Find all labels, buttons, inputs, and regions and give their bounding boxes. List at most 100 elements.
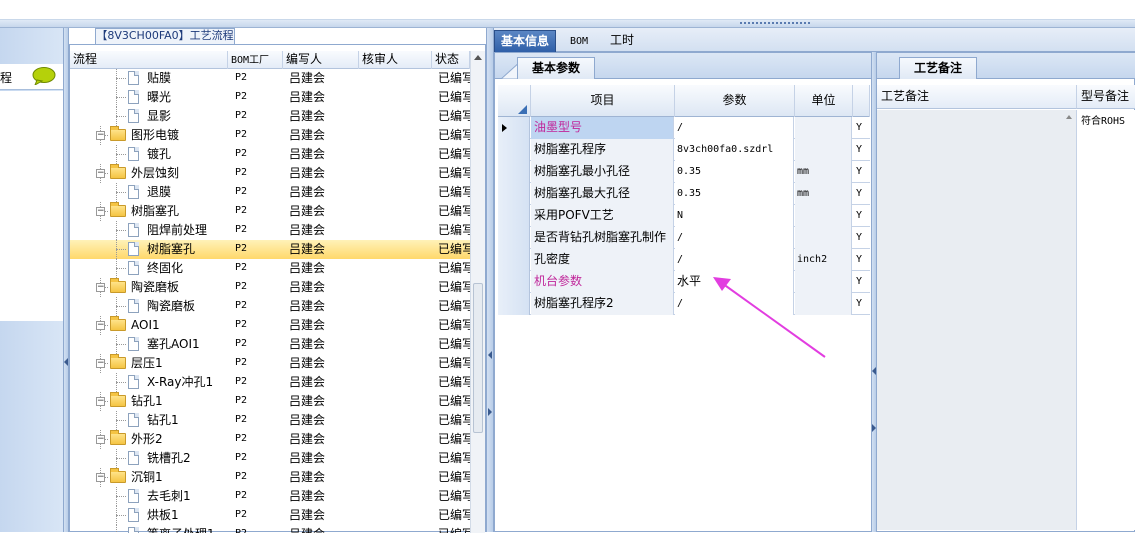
row-indicator[interactable] [498, 205, 530, 227]
horizontal-splitter[interactable] [0, 20, 1135, 28]
tree-row[interactable]: − 陶瓷磨板 P2 吕建会 已编写 [70, 278, 470, 297]
col-header-flow[interactable]: 流程 [70, 51, 228, 69]
collapse-node-icon[interactable]: − [96, 169, 105, 178]
param-item: 采用POFV工艺 [531, 205, 674, 227]
col-header-status[interactable]: 状态 [432, 51, 470, 69]
tree-row[interactable]: 铣槽孔2 P2 吕建会 已编写 [70, 449, 470, 468]
row-indicator[interactable] [498, 139, 530, 161]
param-row[interactable]: 树脂塞孔最小孔径 0.35 mm Y [498, 161, 870, 183]
param-row[interactable]: 是否背钻孔树脂塞孔制作 / Y [498, 227, 870, 249]
row-indicator[interactable] [498, 249, 530, 271]
param-row[interactable]: 油墨型号 / Y [498, 117, 870, 139]
param-value[interactable]: 0.35 [675, 161, 794, 183]
chat-bubble-icon[interactable] [32, 67, 56, 85]
row-indicator[interactable] [498, 227, 530, 249]
col-header-model-remark[interactable]: 型号备注 [1077, 85, 1135, 109]
tree-row[interactable]: 阻焊前处理 P2 吕建会 已编写 [70, 221, 470, 240]
param-value[interactable]: 8v3ch00fa0.szdrl [675, 139, 794, 161]
param-row[interactable]: 采用POFV工艺 N Y [498, 205, 870, 227]
tree-row[interactable]: − AOI1 P2 吕建会 已编写 [70, 316, 470, 335]
row-indicator[interactable] [498, 293, 530, 315]
subtab-basic-params[interactable]: 基本参数 [517, 57, 596, 79]
param-value[interactable]: / [675, 117, 794, 139]
tree-row[interactable]: 钻孔1 P2 吕建会 已编写 [70, 411, 470, 430]
document-icon [128, 185, 139, 199]
subtab-process-remark[interactable]: 工艺备注 [899, 57, 978, 79]
collapse-node-icon[interactable]: − [96, 473, 105, 482]
col-header-param[interactable]: 参数 [675, 85, 795, 117]
process-remark-text[interactable] [877, 110, 1077, 530]
folder-icon [110, 316, 126, 331]
tree-row[interactable]: X-Ray冲孔1 P2 吕建会 已编写 [70, 373, 470, 392]
select-all-icon[interactable] [518, 105, 527, 114]
col-header-process-remark[interactable]: 工艺备注 [877, 85, 1077, 109]
tree-row[interactable]: 显影 P2 吕建会 已编写 [70, 107, 470, 126]
collapse-node-icon[interactable]: − [96, 321, 105, 330]
row-indicator[interactable] [498, 117, 530, 139]
row-indicator[interactable] [498, 183, 530, 205]
param-value[interactable]: / [675, 227, 794, 249]
tree-row[interactable]: − 层压1 P2 吕建会 已编写 [70, 354, 470, 373]
tree-row-author: 吕建会 [289, 71, 326, 85]
param-flag: Y [856, 254, 863, 265]
col-header-item[interactable]: 项目 [531, 85, 675, 117]
col-header-reviewer[interactable]: 核审人 [359, 51, 432, 69]
collapse-node-icon[interactable]: − [96, 397, 105, 406]
collapse-tree-icon[interactable] [488, 351, 492, 359]
collapse-node-icon[interactable]: − [96, 207, 105, 216]
tree-row[interactable]: 塞孔AOI1 P2 吕建会 已编写 [70, 335, 470, 354]
left-panel-label: 程 [0, 71, 13, 85]
middle-splitter[interactable] [486, 28, 494, 532]
tree-row[interactable]: − 图形电镀 P2 吕建会 已编写 [70, 126, 470, 145]
remark-scroll-up-icon[interactable] [1066, 115, 1072, 119]
tree-row[interactable]: 退膜 P2 吕建会 已编写 [70, 183, 470, 202]
collapse-node-icon[interactable]: − [96, 359, 105, 368]
document-icon [128, 261, 139, 275]
tree-row[interactable]: 去毛刺1 P2 吕建会 已编写 [70, 487, 470, 506]
tab-basic-info[interactable]: 基本信息 [494, 30, 557, 52]
param-value[interactable]: N [675, 205, 794, 227]
row-indicator[interactable] [498, 271, 530, 293]
tree-row[interactable]: 烘板1 P2 吕建会 已编写 [70, 506, 470, 525]
param-value[interactable]: 0.35 [675, 183, 794, 205]
tree-row-name: 烘板1 [147, 508, 179, 522]
scroll-up-icon[interactable] [474, 55, 482, 60]
expand-tree-icon[interactable] [488, 408, 492, 416]
param-row[interactable]: 树脂塞孔最大孔径 0.35 mm Y [498, 183, 870, 205]
tree-row[interactable]: 贴膜 P2 吕建会 已编写 [70, 69, 470, 88]
tab-work-hours[interactable]: 工时 [604, 30, 640, 52]
left-panel-header[interactable]: 程 [0, 64, 64, 90]
tree-row[interactable]: 陶瓷磨板 P2 吕建会 已编写 [70, 297, 470, 316]
collapse-node-icon[interactable]: − [96, 435, 105, 444]
tree-row[interactable]: 曝光 P2 吕建会 已编写 [70, 88, 470, 107]
grid-corner[interactable] [498, 85, 531, 117]
model-remark-text[interactable]: 符合ROHS [1078, 110, 1135, 530]
tree-row-bom: P2 [235, 319, 248, 330]
collapse-node-icon[interactable]: − [96, 283, 105, 292]
tree-row[interactable]: 镀孔 P2 吕建会 已编写 [70, 145, 470, 164]
tree-scrollbar[interactable] [470, 51, 485, 533]
tree-row-bom: P2 [235, 395, 248, 406]
param-value[interactable]: / [675, 249, 794, 271]
col-header-author[interactable]: 编写人 [283, 51, 359, 69]
tree-row[interactable]: − 外层蚀刻 P2 吕建会 已编写 [70, 164, 470, 183]
tree-row[interactable]: 树脂塞孔 P2 吕建会 已编写 [70, 240, 470, 259]
tree-row[interactable]: − 沉铜1 P2 吕建会 已编写 [70, 468, 470, 487]
collapse-node-icon[interactable]: − [96, 131, 105, 140]
param-row[interactable]: 孔密度 / inch2 Y [498, 249, 870, 271]
col-header-flag[interactable] [853, 85, 870, 117]
tree-row-author: 吕建会 [289, 375, 326, 389]
tree-row-author: 吕建会 [289, 508, 326, 522]
tree-row[interactable]: − 钻孔1 P2 吕建会 已编写 [70, 392, 470, 411]
col-header-bom[interactable]: BOM工厂 [228, 51, 283, 69]
tab-bom[interactable]: BOM [564, 30, 594, 52]
scroll-thumb[interactable] [473, 283, 483, 433]
param-row[interactable]: 树脂塞孔程序 8v3ch00fa0.szdrl Y [498, 139, 870, 161]
col-header-unit[interactable]: 单位 [795, 85, 853, 117]
splitter-grip-icon[interactable] [740, 22, 810, 26]
row-indicator[interactable] [498, 161, 530, 183]
collapse-left-icon[interactable] [64, 358, 68, 366]
tree-row[interactable]: 终固化 P2 吕建会 已编写 [70, 259, 470, 278]
tree-row[interactable]: − 外形2 P2 吕建会 已编写 [70, 430, 470, 449]
tree-row[interactable]: − 树脂塞孔 P2 吕建会 已编写 [70, 202, 470, 221]
